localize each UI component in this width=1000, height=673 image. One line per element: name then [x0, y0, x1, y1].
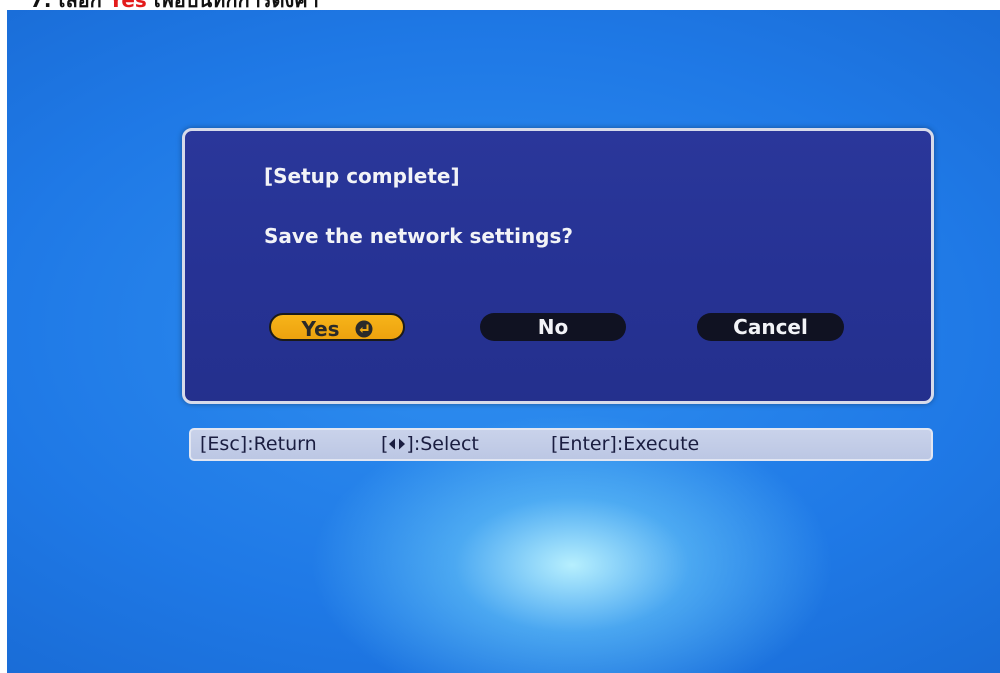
- enter-action-label: :Execute: [616, 433, 700, 455]
- help-bar: [Esc]:Return [ ]:Select [Enter]:Execute: [189, 428, 933, 461]
- esc-action-label: :Return: [247, 433, 317, 455]
- yes-button[interactable]: Yes: [269, 313, 405, 341]
- cancel-button[interactable]: Cancel: [697, 313, 844, 341]
- no-button-label: No: [537, 315, 569, 339]
- projector-screen: [Setup complete] Save the network settin…: [7, 10, 1000, 673]
- dialog-title: [Setup complete]: [264, 164, 460, 188]
- dialog-message: Save the network settings?: [264, 224, 574, 248]
- help-select: [ ]:Select: [381, 430, 479, 459]
- no-button[interactable]: No: [480, 313, 626, 341]
- yes-button-label: Yes: [301, 317, 340, 341]
- page: 7. เลือก Yes เพื่อบันทึกการตั้งค่า [Setu…: [0, 0, 1000, 673]
- left-right-arrows-icon: [389, 438, 406, 450]
- enter-key-label: [Enter]: [551, 433, 617, 455]
- select-action-label: :Select: [413, 433, 479, 455]
- select-key-close: ]: [406, 433, 414, 455]
- setup-complete-dialog: [Setup complete] Save the network settin…: [182, 128, 934, 404]
- select-key-open: [: [381, 433, 389, 455]
- cancel-button-label: Cancel: [733, 315, 808, 339]
- help-esc: [Esc]:Return: [200, 430, 317, 459]
- esc-key-label: [Esc]: [200, 433, 248, 455]
- enter-arrow-icon: [355, 320, 373, 338]
- help-enter: [Enter]:Execute: [551, 430, 699, 459]
